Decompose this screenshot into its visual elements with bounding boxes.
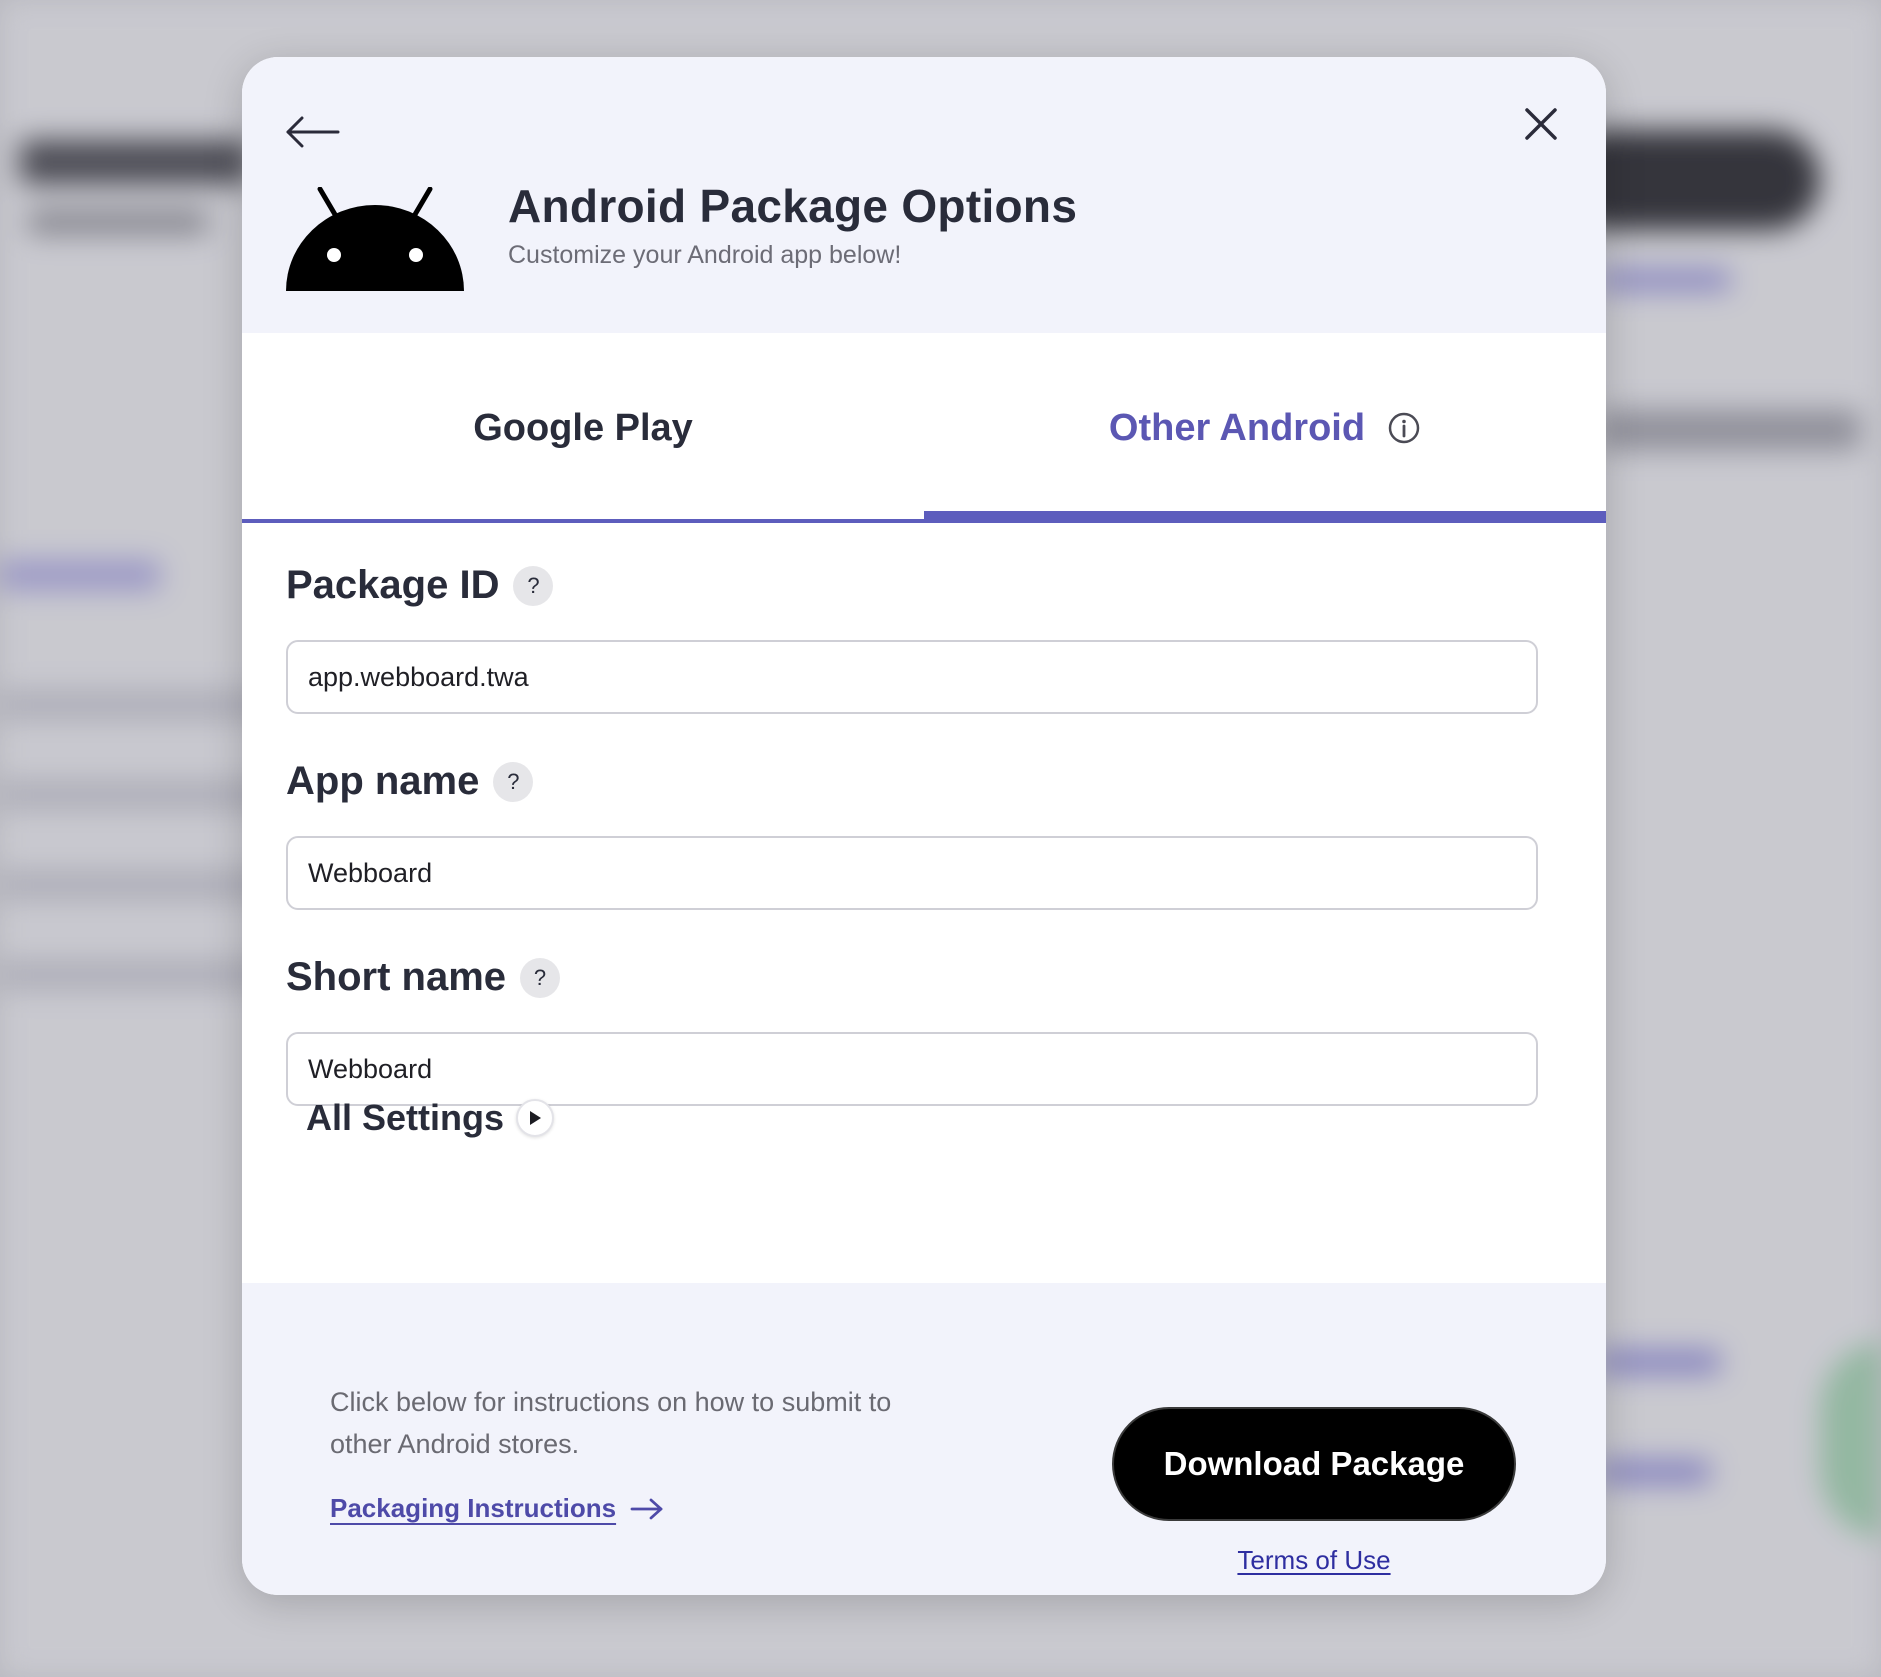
dialog-footer: Click below for instructions on how to s… [242,1283,1606,1595]
android-logo-icon [286,187,464,291]
short-name-help-icon[interactable]: ? [520,957,561,998]
android-package-dialog: Android Package Options Customize your A… [242,57,1606,1595]
terms-of-use-link[interactable]: Terms of Use [1112,1545,1516,1576]
arrow-left-icon [286,116,340,148]
platform-tabs: Google Play Other Android [242,333,1606,523]
packaging-instructions-label: Packaging Instructions [330,1493,617,1523]
app-name-help-icon[interactable]: ? [493,761,534,802]
short-name-input[interactable] [286,1032,1538,1106]
short-name-label: Short name ? [286,955,561,1000]
tab-indicator-inactive [242,519,924,523]
dialog-subtitle: Customize your Android app below! [508,241,902,269]
app-name-label: App name ? [286,759,534,804]
tab-google-play[interactable]: Google Play [242,333,924,523]
arrow-right-icon [630,1497,664,1521]
download-package-button[interactable]: Download Package [1112,1407,1516,1521]
tab-other-android[interactable]: Other Android [924,333,1606,523]
app-name-label-text: App name [286,759,480,803]
package-id-input[interactable] [286,640,1538,714]
dialog-title: Android Package Options [508,180,1078,232]
tab-label: Google Play [473,406,693,449]
all-settings-label: All Settings [306,1097,505,1138]
tab-indicator-active [924,511,1606,523]
package-id-label-text: Package ID [286,563,500,607]
back-button[interactable] [282,107,344,157]
all-settings-toggle[interactable]: All Settings [306,1097,555,1139]
app-name-input[interactable] [286,836,1538,910]
play-triangle-icon [516,1099,555,1137]
tab-label: Other Android [1108,406,1366,449]
close-icon [1525,108,1557,140]
dialog-header: Android Package Options Customize your A… [242,57,1606,333]
package-id-label: Package ID ? [286,563,554,608]
package-id-help-icon[interactable]: ? [513,565,554,606]
packaging-instructions-link[interactable]: Packaging Instructions [330,1493,664,1524]
info-icon[interactable] [1387,411,1421,445]
short-name-label-text: Short name [286,955,507,999]
close-button[interactable] [1516,99,1566,149]
footer-description: Click below for instructions on how to s… [330,1387,892,1459]
